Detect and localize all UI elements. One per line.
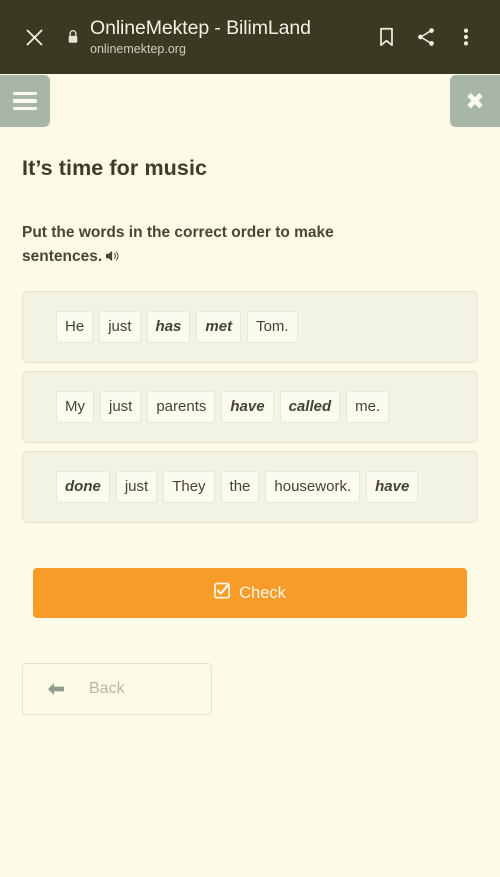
word-chip[interactable]: me. [346,391,390,423]
arrow-left-icon [23,680,89,698]
lesson-toolbar: ✖ [0,74,500,130]
word-chip[interactable]: the [220,471,260,503]
browser-actions [366,15,486,59]
hamburger-menu-button[interactable] [0,75,50,127]
browser-close-button[interactable] [14,17,54,57]
browser-title-block[interactable]: OnlineMektep - BilimLand onlinemektep.or… [90,17,366,58]
word-chip[interactable]: just [115,471,158,503]
lock-icon [68,30,78,43]
sentence-row[interactable]: He just has met Tom. [22,291,478,363]
word-chip[interactable]: They [163,471,215,503]
close-icon [26,29,42,45]
bookmark-button[interactable] [366,15,406,59]
browser-page-title: OnlineMektep - BilimLand [90,16,311,39]
sentence-list: He just has met Tom. My just parents hav… [22,291,478,523]
security-lock[interactable] [60,17,86,57]
share-icon [418,28,434,46]
check-button-label: Check [239,583,286,602]
checked-box-icon [214,582,231,604]
back-button-label: Back [89,680,125,697]
back-button[interactable]: Back [22,663,212,715]
sentence-row[interactable]: done just They the housework. have [22,451,478,523]
word-chip[interactable]: called [279,391,341,423]
browser-top-bar: OnlineMektep - BilimLand onlinemektep.or… [0,0,500,74]
word-chip[interactable]: just [100,391,142,423]
speaker-icon[interactable] [105,247,121,271]
word-chip[interactable]: Tom. [247,311,298,343]
word-chip[interactable]: have [366,471,419,503]
close-lesson-button[interactable]: ✖ [450,75,500,127]
word-chip[interactable]: have [221,391,274,423]
hamburger-menu-icon [13,91,37,111]
word-chip[interactable]: My [56,391,94,423]
word-chip[interactable]: met [196,311,242,343]
overflow-menu-button[interactable] [446,15,486,59]
share-button[interactable] [406,15,446,59]
word-chip[interactable]: He [56,311,94,343]
instruction-label: Put the words in the correct order to ma… [22,224,334,265]
browser-page-url: onlinemektep.org [90,41,186,56]
sentence-row[interactable]: My just parents have called me. [22,371,478,443]
word-chip[interactable]: done [56,471,110,503]
page-title: It’s time for music [22,156,208,180]
word-chip[interactable]: parents [147,391,216,423]
close-icon: ✖ [465,87,485,114]
bookmark-icon [379,27,393,47]
lesson-content: It’s time for music Put the words in the… [0,156,500,715]
overflow-menu-icon [463,28,469,46]
word-chip[interactable]: housework. [265,471,361,503]
word-chip[interactable]: has [146,311,191,343]
check-button[interactable]: Check [33,568,467,618]
instruction-text: Put the words in the correct order to ma… [22,221,412,271]
word-chip[interactable]: just [99,311,141,343]
